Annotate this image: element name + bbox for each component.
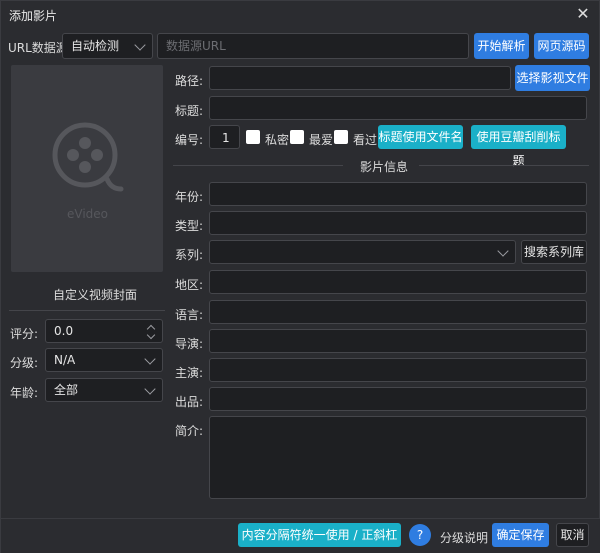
url-input[interactable]: 数据源URL (157, 33, 469, 59)
douban-scrape-button[interactable]: 使用豆瓣刮削标题 (471, 125, 566, 168)
favorite-checkbox[interactable] (290, 130, 304, 144)
left-divider (9, 310, 165, 311)
age-select[interactable]: 全部 (45, 378, 163, 402)
chevron-down-icon (144, 383, 156, 395)
favorite-label: 最爱 (309, 133, 334, 147)
film-reel-icon (52, 122, 124, 192)
summary-label: 简介: (175, 424, 204, 438)
cover-caption: 自定义视频封面 (53, 288, 138, 302)
parse-button[interactable]: 开始解析 (474, 33, 529, 59)
section-divider-right (419, 165, 589, 166)
add-video-dialog: 添加影片 ✕ URL数据源 自动检测 数据源URL 开始解析 网页源码 eVid… (0, 0, 600, 553)
choose-file-button[interactable]: 选择影视文件 (515, 65, 590, 91)
cover-image-area[interactable]: eVideo (11, 65, 163, 272)
number-input[interactable]: 1 (209, 125, 240, 149)
actor-label: 主演: (175, 366, 204, 380)
source-select[interactable]: 自动检测 (62, 33, 153, 59)
search-series-button[interactable]: 搜索系列库 (521, 240, 587, 264)
director-input[interactable] (209, 329, 587, 353)
rating-label: 评分: (10, 327, 39, 341)
help-icon[interactable]: ? (409, 524, 431, 546)
url-source-label: URL数据源 (8, 41, 68, 55)
series-label: 系列: (175, 248, 204, 262)
cover-watermark: eVideo (67, 207, 109, 221)
language-label: 语言: (175, 308, 204, 322)
spin-down-icon[interactable] (146, 330, 156, 340)
grade-help-link[interactable]: 分级说明 (440, 529, 488, 546)
region-label: 地区: (175, 278, 204, 292)
private-label: 私密 (265, 133, 290, 147)
section-divider-left (173, 165, 343, 166)
separator-button[interactable]: 内容分隔符统一使用 / 正斜杠分开 (238, 523, 401, 553)
series-select[interactable] (209, 240, 516, 264)
age-value: 全部 (54, 383, 79, 397)
producer-input[interactable] (209, 387, 587, 411)
summary-textarea[interactable] (209, 416, 587, 499)
source-select-value: 自动检测 (71, 39, 120, 53)
type-input[interactable] (209, 211, 587, 235)
watched-label: 看过 (353, 133, 378, 147)
grade-label: 分级: (10, 356, 39, 370)
window-title: 添加影片 (9, 9, 58, 23)
title-bar: 添加影片 ✕ (1, 1, 600, 29)
age-label: 年龄: (10, 386, 39, 400)
rating-value: 0.0 (54, 324, 74, 338)
watched-checkbox[interactable] (334, 130, 348, 144)
year-input[interactable] (209, 182, 587, 206)
close-icon[interactable]: ✕ (573, 4, 593, 24)
title-label: 标题: (175, 104, 204, 118)
save-button[interactable]: 确定保存 (492, 523, 549, 547)
title-input[interactable] (209, 96, 587, 120)
grade-select[interactable]: N/A (45, 348, 163, 372)
actor-input[interactable] (209, 358, 587, 382)
rating-spinner[interactable]: 0.0 (45, 319, 163, 343)
private-checkbox[interactable] (246, 130, 260, 144)
director-label: 导演: (175, 337, 204, 351)
section-title: 影片信息 (360, 160, 409, 174)
source-code-button[interactable]: 网页源码 (534, 33, 589, 59)
grade-value: N/A (54, 353, 76, 367)
producer-label: 出品: (175, 395, 204, 409)
chevron-down-icon (144, 353, 156, 365)
chevron-down-icon (134, 39, 146, 51)
chevron-down-icon (497, 245, 509, 257)
language-input[interactable] (209, 300, 587, 324)
year-label: 年份: (175, 190, 204, 204)
path-input[interactable] (209, 66, 511, 90)
path-label: 路径: (175, 74, 204, 88)
cancel-button[interactable]: 取消 (556, 523, 589, 547)
number-label: 编号: (175, 133, 204, 147)
type-label: 类型: (175, 219, 204, 233)
use-filename-button[interactable]: 标题使用文件名 (378, 125, 463, 149)
region-input[interactable] (209, 270, 587, 294)
